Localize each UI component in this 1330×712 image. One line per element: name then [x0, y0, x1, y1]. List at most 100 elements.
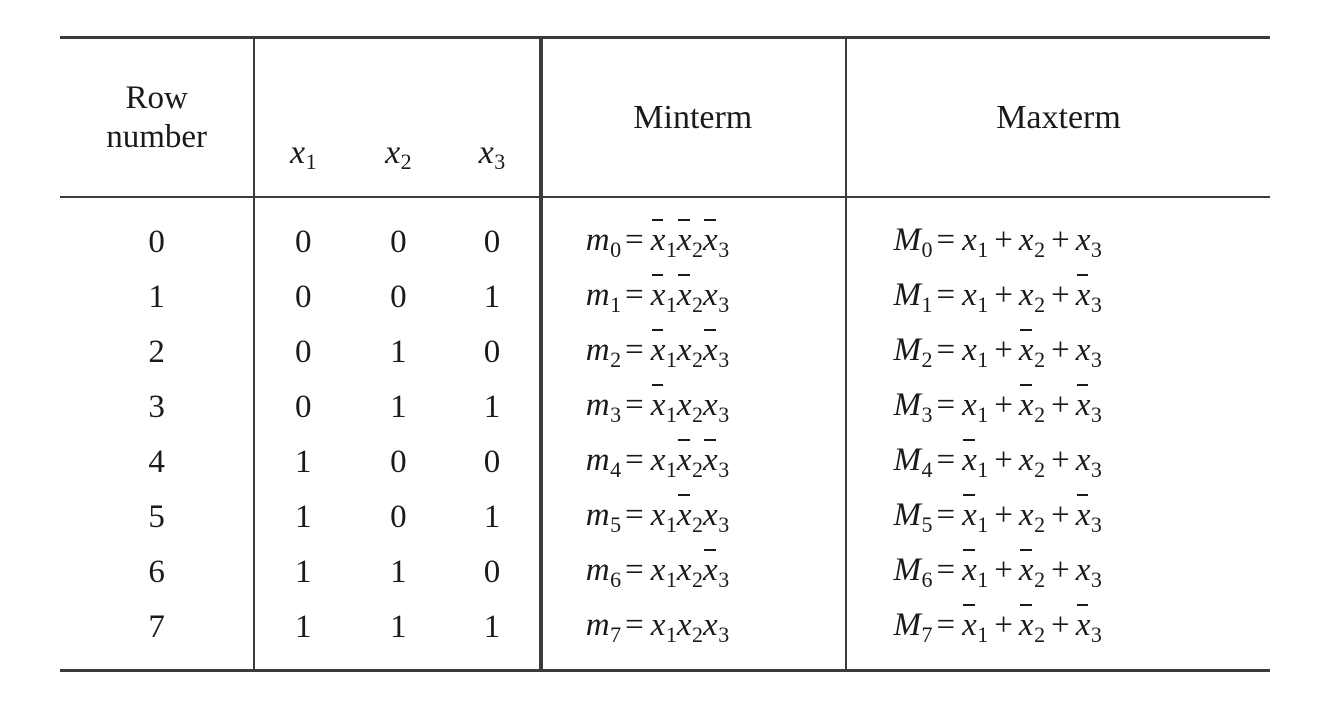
page-canvas: Row number x1 x2 x3 Minterm Maxterm 0 0 … — [0, 0, 1330, 712]
maxterm-var-2: x — [1018, 548, 1034, 589]
plus-sign: + — [1051, 497, 1070, 534]
header-x2: x2 — [351, 36, 446, 198]
table-row: 5 1 0 1 m5 = x1x2x3 M5 = x1 + x2 + x3 — [60, 490, 1270, 545]
cell-x3: 0 — [483, 444, 501, 480]
plus-sign: + — [1051, 222, 1070, 259]
cell-minterm: m6 = x1x2x3 — [538, 545, 847, 600]
minterm-var-1: x — [650, 328, 666, 369]
maxterm-label: M — [893, 332, 922, 369]
maxterm-var-1: x — [962, 277, 977, 314]
maxterm-var-3: x — [1075, 493, 1091, 534]
plus-sign: + — [994, 222, 1013, 259]
maxterm-var-3: x — [1075, 552, 1091, 589]
minterm-var-3: x — [703, 548, 718, 589]
maxterm-index: 4 — [921, 456, 933, 482]
minterm-index: 6 — [610, 566, 622, 592]
maxterm-expression: M5 = x1 + x2 + x3 — [893, 493, 1102, 538]
header-x3-subscript: 3 — [494, 149, 506, 175]
maxterm-var-1: x — [962, 387, 977, 424]
maxterm-label: M — [893, 497, 922, 534]
minterm-var-2-subscript: 2 — [692, 621, 704, 647]
cell-x1: 0 — [253, 380, 352, 435]
minterm-var-1: x — [650, 497, 666, 534]
cell-x1: 1 — [253, 545, 352, 600]
maxterm-var-3-subscript: 3 — [1090, 511, 1102, 537]
equals-sign: = — [625, 387, 644, 424]
table-row: 0 0 0 0 m0 = x1x2x3 M0 = x1 + x2 + x3 — [60, 197, 1270, 270]
plus-sign: + — [1051, 387, 1070, 424]
cell-row-number: 7 — [60, 600, 255, 672]
minterm-var-3: x — [703, 328, 718, 369]
cell-x2: 0 — [390, 499, 407, 535]
plus-sign: + — [1051, 552, 1070, 589]
minterm-var-2-subscript: 2 — [692, 346, 704, 372]
minterm-var-3-subscript: 3 — [718, 621, 730, 647]
minterm-var-1-subscript: 1 — [665, 511, 677, 537]
minterm-var-2: x — [676, 273, 692, 314]
minterm-var-3-subscript: 3 — [718, 291, 730, 317]
table-row: 3 0 1 1 m3 = x1x2x3 M3 = x1 + x2 + x3 — [60, 380, 1270, 435]
minterm-var-3-subscript: 3 — [718, 236, 730, 262]
table-row: 7 1 1 1 m7 = x1x2x3 M7 = x1 + x2 + x3 — [60, 600, 1270, 672]
maxterm-var-3-subscript: 3 — [1090, 621, 1102, 647]
minterm-var-1-subscript: 1 — [665, 456, 677, 482]
header-row-number-line1: Row — [125, 79, 188, 116]
maxterm-var-3: x — [1075, 603, 1091, 644]
cell-row-number: 3 — [148, 389, 165, 425]
maxterm-var-2: x — [1018, 497, 1034, 534]
cell-row-number: 5 — [148, 499, 165, 535]
maxterm-var-2-subscript: 2 — [1034, 456, 1046, 482]
maxterm-expression: M3 = x1 + x2 + x3 — [893, 383, 1102, 428]
header-x1-subscript: 1 — [305, 149, 317, 175]
equals-sign: = — [625, 552, 644, 589]
minterm-var-2: x — [676, 438, 692, 479]
maxterm-var-2-subscript: 2 — [1034, 291, 1046, 317]
minterm-var-3: x — [703, 277, 718, 314]
cell-x3: 1 — [483, 389, 501, 425]
minterm-expression: m2 = x1x2x3 — [586, 328, 729, 373]
cell-maxterm: M1 = x1 + x2 + x3 — [845, 270, 1270, 325]
cell-maxterm: M6 = x1 + x2 + x3 — [845, 545, 1270, 600]
minterm-label: m — [585, 442, 610, 479]
plus-sign: + — [994, 277, 1013, 314]
minterm-var-3-subscript: 3 — [718, 511, 730, 537]
maxterm-var-2: x — [1018, 442, 1034, 479]
table-body: 0 0 0 0 m0 = x1x2x3 M0 = x1 + x2 + x3 1 0 0 1 m1 = x1x2x3 M1 =… — [60, 197, 1270, 672]
cell-x2: 0 — [390, 279, 407, 315]
maxterm-var-1: x — [962, 438, 977, 479]
plus-sign: + — [994, 607, 1013, 644]
maxterm-index: 1 — [921, 291, 933, 317]
cell-maxterm: M2 = x1 + x2 + x3 — [845, 325, 1270, 380]
table-head: Row number x 1 x2 x3 Minterm Maxterm — [60, 36, 1270, 198]
plus-sign: + — [1051, 277, 1070, 314]
header-row-number: Row number — [60, 36, 255, 198]
minterm-var-3: x — [703, 438, 718, 479]
maxterm-var-3: x — [1075, 332, 1091, 369]
minterm-expression: m5 = x1x2x3 — [586, 493, 730, 538]
minterm-var-2-subscript: 2 — [692, 291, 704, 317]
minterm-var-1: x — [650, 552, 666, 589]
plus-sign: + — [994, 442, 1013, 479]
maxterm-label: M — [893, 277, 922, 314]
minterm-var-3: x — [703, 218, 718, 259]
minterm-var-1-subscript: 1 — [665, 291, 677, 317]
header-x2-letter: x — [385, 133, 401, 171]
minterm-var-2: x — [676, 493, 692, 534]
minterm-index: 4 — [610, 456, 622, 482]
equals-sign: = — [936, 222, 956, 259]
maxterm-index: 3 — [921, 401, 933, 427]
maxterm-var-1-subscript: 1 — [977, 566, 989, 592]
maxterm-var-1-subscript: 1 — [977, 456, 989, 482]
header-minterm: Minterm — [538, 36, 847, 198]
cell-row-number: 0 — [148, 224, 165, 260]
cell-row-number: 4 — [148, 444, 165, 480]
maxterm-var-3-subscript: 3 — [1090, 566, 1102, 592]
maxterm-label: M — [893, 387, 922, 424]
header-x3-letter: x — [478, 133, 494, 171]
cell-x2: 0 — [390, 224, 407, 260]
minterm-index: 0 — [610, 236, 622, 262]
equals-sign: = — [625, 222, 644, 259]
table-row: 6 1 1 0 m6 = x1x2x3 M6 = x1 + x2 + x3 — [60, 545, 1270, 600]
maxterm-var-2-subscript: 2 — [1034, 236, 1046, 262]
minterm-expression: m7 = x1x2x3 — [586, 607, 729, 648]
